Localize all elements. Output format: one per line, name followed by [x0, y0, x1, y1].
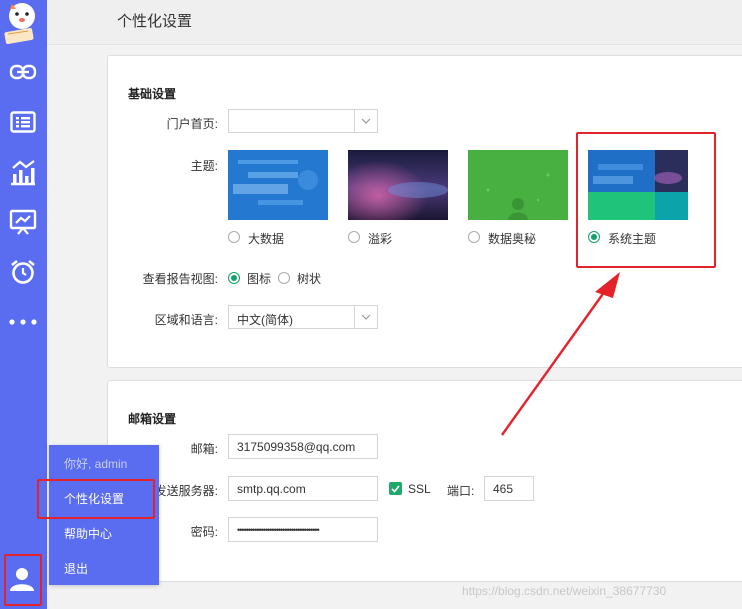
check-icon [391, 484, 400, 493]
theme-label: 主题: [190, 159, 218, 173]
link-icon[interactable] [7, 56, 39, 88]
email-input[interactable]: 3175099358@qq.com [228, 434, 378, 459]
menu-item-help-center[interactable]: 帮助中心 [64, 525, 112, 542]
report-view-label: 查看报告视图: [142, 272, 218, 286]
highlight-avatar-box [4, 554, 42, 606]
theme-radio-yicai[interactable] [348, 231, 360, 243]
dashboard-icon[interactable] [7, 206, 39, 238]
password-input[interactable]: •••••••••••••••••••••••••••••••••••••• [228, 517, 378, 542]
basic-section-title: 基础设置 [128, 87, 177, 101]
page-title: 个性化设置 [117, 13, 193, 30]
theme-label-bigdata: 大数据 [248, 232, 285, 246]
report-view-label-tree: 树状 [297, 272, 322, 286]
chart-icon[interactable] [7, 156, 39, 188]
theme-thumb-bigdata[interactable] [228, 150, 328, 220]
mail-settings-card: 邮箱设置 邮箱: 3175099358@qq.com 发送服务器: smtp.q… [107, 380, 742, 582]
menu-item-logout[interactable]: 退出 [64, 560, 88, 577]
port-label: 端口: [447, 484, 475, 498]
smtp-input[interactable]: smtp.qq.com [228, 476, 378, 501]
theme-thumb-data-mystery[interactable] [468, 150, 568, 220]
user-greeting: 你好, admin [64, 457, 128, 471]
report-view-radio-icon[interactable] [228, 272, 240, 284]
watermark-text: https://blog.csdn.net/weixin_38677730 [462, 584, 667, 598]
chevron-down-icon [354, 306, 377, 328]
more-icon[interactable] [7, 306, 39, 338]
alarm-icon[interactable] [7, 256, 39, 288]
ssl-label: SSL [408, 482, 431, 496]
highlight-system-theme-box [576, 132, 716, 268]
theme-label-data-mystery: 数据奥秘 [488, 232, 537, 246]
report-view-radio-tree[interactable] [278, 272, 290, 284]
list-icon[interactable] [7, 106, 39, 138]
mascot-logo [0, 0, 47, 45]
smtp-label: 发送服务器: [154, 484, 218, 498]
mail-section-title: 邮箱设置 [128, 412, 177, 426]
page-header: 个性化设置 [47, 0, 742, 45]
portal-select[interactable] [228, 109, 378, 133]
region-select[interactable]: 中文(简体) [228, 305, 378, 329]
password-label: 密码: [190, 525, 218, 539]
red-arrow-annotation [501, 272, 620, 436]
chevron-down-icon [354, 110, 377, 132]
theme-radio-bigdata[interactable] [228, 231, 240, 243]
theme-radio-data-mystery[interactable] [468, 231, 480, 243]
portal-label: 门户首页: [166, 117, 218, 131]
theme-label-yicai: 溢彩 [368, 232, 393, 246]
report-view-label-icon: 图标 [247, 272, 272, 286]
region-label: 区域和语言: [154, 313, 218, 327]
port-input[interactable]: 465 [484, 476, 534, 501]
highlight-personalization-box [37, 479, 155, 519]
email-label: 邮箱: [190, 442, 218, 456]
region-select-value: 中文(简体) [237, 313, 293, 327]
ssl-checkbox[interactable] [389, 482, 402, 495]
theme-thumb-yicai[interactable] [348, 150, 448, 220]
